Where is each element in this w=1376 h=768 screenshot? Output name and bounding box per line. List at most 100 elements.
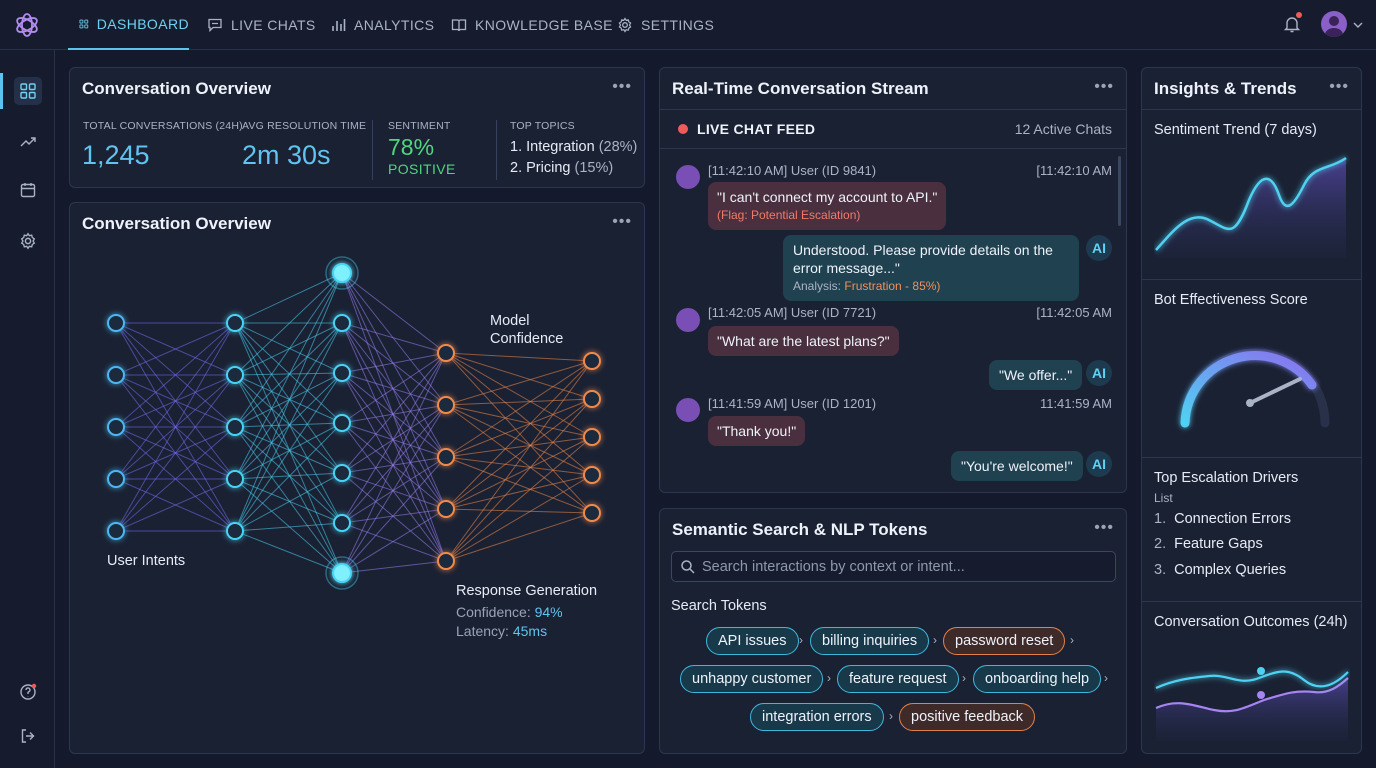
tab-analytics[interactable]: ANALYTICS <box>330 0 434 50</box>
token-onboarding-help[interactable]: onboarding help <box>973 665 1102 693</box>
semantic-search-panel: Semantic Search & NLP Tokens ••• Search … <box>659 508 1127 754</box>
token-feature-request[interactable]: feature request <box>837 665 959 693</box>
token-integration-errors[interactable]: integration errors <box>750 703 884 731</box>
network-node <box>437 396 455 414</box>
feed-scrollbar[interactable] <box>1118 156 1121 226</box>
gear-icon <box>20 232 36 250</box>
network-edge <box>341 456 447 474</box>
message-text: "Thank you!" <box>717 423 797 439</box>
conversation-stream-panel: Real-Time Conversation Stream ••• LIVE C… <box>659 67 1127 493</box>
bot-effectiveness-label: Bot Effectiveness Score <box>1154 292 1308 308</box>
network-edge <box>445 456 593 476</box>
network-node <box>437 448 455 466</box>
network-edge <box>234 374 343 424</box>
network-node <box>333 414 351 432</box>
grid-icon <box>20 83 36 99</box>
help-icon <box>20 683 37 700</box>
ai-badge: AI <box>1086 235 1112 261</box>
chevron-right-icon: › <box>827 671 831 685</box>
token-password-reset[interactable]: password reset <box>943 627 1066 655</box>
active-chats-count: 12 Active Chats <box>1014 121 1112 137</box>
ai-message-bubble[interactable]: "We offer..." <box>989 360 1083 390</box>
insights-panel: Insights & Trends ••• Sentiment Trend (7… <box>1141 67 1362 754</box>
search-input[interactable] <box>702 552 1107 581</box>
more-options-icon[interactable]: ••• <box>1329 78 1349 96</box>
network-edge <box>234 422 343 532</box>
escalation-flag: (Flag: Potential Escalation) <box>717 208 861 222</box>
model-confidence-label-2: Confidence <box>490 331 564 347</box>
more-options-icon[interactable]: ••• <box>1094 78 1114 96</box>
sidebar-item-analytics[interactable] <box>14 127 42 155</box>
sidebar-item-settings[interactable] <box>14 227 42 255</box>
topic-name: 2. Pricing <box>510 160 571 176</box>
latency-text: Latency: <box>456 623 509 639</box>
token-billing-inquiries[interactable]: billing inquiries <box>810 627 930 655</box>
network-edge <box>234 372 343 428</box>
escalation-num: 2. <box>1154 536 1167 552</box>
trend-icon <box>20 137 36 147</box>
ai-message-bubble[interactable]: "You're welcome!" <box>951 451 1083 481</box>
divider <box>1142 109 1361 110</box>
tab-settings[interactable]: SETTINGS <box>617 0 714 50</box>
user-intents-label: User Intents <box>107 553 186 569</box>
ai-message-bubble[interactable]: Understood. Please provide details on th… <box>783 235 1079 301</box>
tab-dashboard[interactable]: DASHBOARD <box>68 0 189 50</box>
sidebar-item-calendar[interactable] <box>14 176 42 204</box>
more-options-icon[interactable]: ••• <box>1094 519 1114 537</box>
sidebar-item-dashboard[interactable] <box>14 77 42 105</box>
analysis-value: Frustration - 85%) <box>844 279 941 293</box>
escalation-item: 1. Connection Errors <box>1154 511 1291 527</box>
search-title: Semantic Search & NLP Tokens <box>672 520 928 539</box>
brand-logo-icon[interactable] <box>12 10 42 40</box>
left-sidebar <box>0 50 55 768</box>
network-edge <box>234 472 343 532</box>
chevron-down-icon[interactable] <box>1352 19 1364 31</box>
network-node <box>437 552 455 570</box>
message-text-2: error message..." <box>793 260 900 276</box>
network-node <box>107 366 125 384</box>
chat-icon <box>208 18 222 33</box>
chat-time: 11:41:59 AM <box>1039 396 1112 411</box>
tab-live-chats[interactable]: LIVE CHATS <box>207 0 316 50</box>
sentiment-value: 78% <box>388 134 435 160</box>
network-edge <box>234 272 343 428</box>
token-api-issues[interactable]: API issues <box>706 627 799 655</box>
gear-icon <box>618 17 632 33</box>
network-edge <box>341 322 447 354</box>
chevron-right-icon: › <box>889 709 893 723</box>
escalation-label: Connection Errors <box>1174 511 1291 527</box>
grid-icon <box>79 19 89 29</box>
tab-knowledge-base[interactable]: KNOWLEDGE BASE <box>451 0 613 50</box>
escalation-label: Complex Queries <box>1174 562 1287 578</box>
network-edge <box>445 360 593 562</box>
sidebar-item-help[interactable] <box>14 678 42 706</box>
user-message-bubble[interactable]: "I can't connect my account to API." (Fl… <box>708 182 947 230</box>
stream-title: Real-Time Conversation Stream <box>672 79 929 98</box>
network-edge <box>341 422 447 510</box>
network-edge <box>341 508 447 524</box>
escalation-drivers-sub: List <box>1154 491 1173 505</box>
message-text: "I can't connect my account to API." <box>717 189 938 205</box>
chat-time: [11:42:05 AM <box>1036 305 1112 320</box>
sidebar-item-logout[interactable] <box>14 722 42 750</box>
network-node <box>226 366 244 384</box>
user-avatar[interactable] <box>1321 11 1347 37</box>
user-message-bubble[interactable]: "Thank you!" <box>708 416 806 446</box>
network-edge <box>445 360 593 458</box>
network-node <box>333 364 351 382</box>
response-generation-label: Response Generation <box>456 583 598 599</box>
sidebar-active-indicator <box>0 73 3 109</box>
total-conversations-label: TOTAL CONVERSATIONS (24H) <box>83 120 243 132</box>
network-node <box>437 500 455 518</box>
network-node <box>583 428 601 446</box>
more-options-icon[interactable]: ••• <box>612 78 632 96</box>
notification-badge <box>1296 12 1302 18</box>
token-unhappy-customer[interactable]: unhappy customer <box>680 665 824 693</box>
user-message-bubble[interactable]: "What are the latest plans?" <box>708 326 899 356</box>
divider <box>660 109 1126 110</box>
token-positive-feedback[interactable]: positive feedback <box>899 703 1036 731</box>
chat-meta: [11:42:10 AM] User (ID 9841) <box>708 163 877 178</box>
chat-meta: [11:42:05 AM] User (ID 7721) <box>708 305 877 320</box>
network-edge <box>445 352 593 438</box>
insights-title: Insights & Trends <box>1154 79 1297 98</box>
